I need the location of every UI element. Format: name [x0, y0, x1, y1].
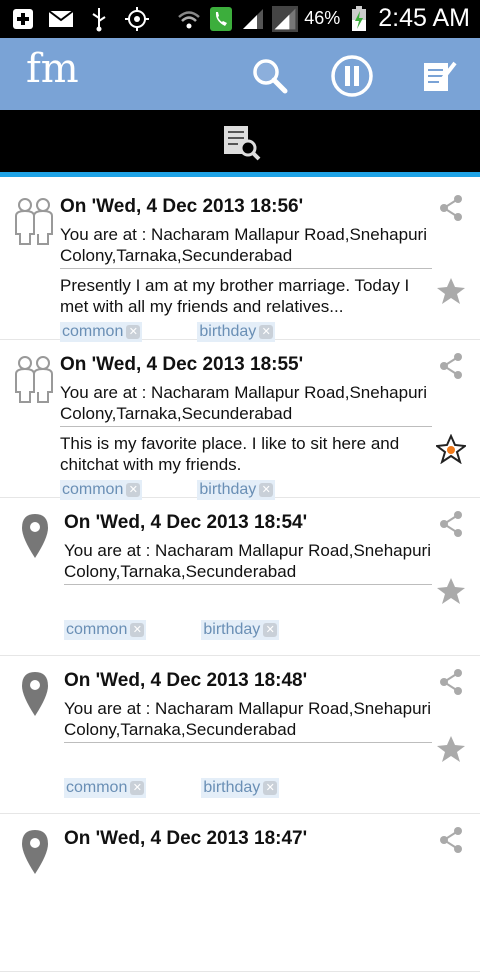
remove-tag-icon[interactable]: ✕: [126, 325, 141, 339]
remove-tag-icon[interactable]: ✕: [130, 781, 145, 795]
tag-birthday[interactable]: birthday ✕: [201, 778, 280, 798]
entry-location: You are at : Nacharam Mallapur Road,Sneh…: [64, 698, 432, 743]
share-icon: [440, 195, 462, 221]
remove-tag-icon[interactable]: ✕: [126, 483, 141, 497]
notes-button[interactable]: [418, 54, 462, 98]
star-icon: [437, 278, 465, 304]
pause-icon: [331, 55, 373, 97]
remove-tag-icon[interactable]: ✕: [130, 623, 145, 637]
share-icon: [440, 669, 462, 695]
people-icon: [12, 354, 56, 404]
entry-title: On 'Wed, 4 Dec 2013 18:47': [64, 828, 308, 849]
pause-button[interactable]: [330, 54, 374, 98]
tag-birthday[interactable]: birthday ✕: [197, 322, 276, 342]
wifi-icon: [176, 6, 202, 32]
tag-common[interactable]: common ✕: [64, 778, 147, 798]
usb-icon: [86, 6, 112, 32]
share-icon: [440, 827, 462, 853]
map-pin-icon: [20, 670, 64, 720]
entry-location: You are at : Nacharam Mallapur Road,Sneh…: [64, 540, 432, 585]
remove-tag-icon[interactable]: ✕: [263, 623, 278, 637]
battery-charging-icon: [346, 5, 372, 32]
share-icon: [440, 511, 462, 537]
list-item[interactable]: On 'Wed, 4 Dec 2013 18:48' You are at : …: [0, 656, 480, 814]
remove-tag-icon[interactable]: ✕: [259, 483, 274, 497]
entry-description: Presently I am at my brother marriage. T…: [60, 276, 410, 316]
share-button[interactable]: [438, 510, 466, 538]
mail-icon: [48, 6, 74, 32]
entry-list: On 'Wed, 4 Dec 2013 18:56' You are at : …: [0, 182, 480, 972]
add-icon: [10, 6, 36, 32]
search-button[interactable]: [248, 54, 292, 98]
app-logo: fm: [26, 46, 79, 92]
tag-birthday[interactable]: birthday ✕: [197, 480, 276, 500]
phone-icon: [208, 6, 234, 32]
signal-icon-2: [272, 5, 299, 32]
share-button[interactable]: [438, 826, 466, 854]
star-active-icon: [434, 433, 468, 465]
search-icon: [253, 59, 288, 94]
map-pin-icon: [20, 512, 64, 562]
status-bar: 46% 2:45 AM: [0, 0, 480, 38]
action-bar: fm: [0, 38, 480, 110]
map-pin-icon: [20, 828, 64, 878]
people-icon: [12, 196, 56, 246]
share-icon: [440, 353, 462, 379]
tag-common[interactable]: common ✕: [60, 480, 143, 500]
favorite-button[interactable]: [436, 276, 466, 306]
star-icon: [437, 578, 465, 604]
entry-location: You are at : Nacharam Mallapur Road,Sneh…: [60, 224, 432, 269]
entry-title: On 'Wed, 4 Dec 2013 18:48': [64, 670, 308, 691]
battery-percent: 46%: [304, 8, 341, 28]
filter-bar: [0, 110, 480, 177]
favorite-button[interactable]: [436, 734, 466, 764]
tag-birthday[interactable]: birthday ✕: [201, 620, 280, 640]
remove-tag-icon[interactable]: ✕: [263, 781, 278, 795]
tag-common[interactable]: common ✕: [64, 620, 147, 640]
list-item[interactable]: On 'Wed, 4 Dec 2013 18:55' You are at : …: [0, 340, 480, 500]
gps-icon: [124, 6, 150, 32]
list-item[interactable]: On 'Wed, 4 Dec 2013 18:54' You are at : …: [0, 498, 480, 656]
share-button[interactable]: [438, 352, 466, 380]
list-item[interactable]: On 'Wed, 4 Dec 2013 18:56' You are at : …: [0, 182, 480, 342]
entry-title: On 'Wed, 4 Dec 2013 18:55': [60, 354, 304, 375]
share-button[interactable]: [438, 668, 466, 696]
entry-description: This is my favorite place. I like to sit…: [60, 434, 400, 474]
entry-location: You are at : Nacharam Mallapur Road,Sneh…: [60, 382, 432, 427]
favorite-button[interactable]: [436, 576, 466, 606]
notes-icon: [424, 61, 457, 91]
share-button[interactable]: [438, 194, 466, 222]
filter-button[interactable]: [222, 122, 262, 162]
entry-title: On 'Wed, 4 Dec 2013 18:54': [64, 512, 308, 533]
remove-tag-icon[interactable]: ✕: [259, 325, 274, 339]
list-item[interactable]: On 'Wed, 4 Dec 2013 18:47': [0, 814, 480, 972]
star-icon: [437, 736, 465, 762]
clock: 2:45 AM: [378, 4, 470, 32]
tag-common[interactable]: common ✕: [60, 322, 143, 342]
entry-title: On 'Wed, 4 Dec 2013 18:56': [60, 196, 304, 217]
signal-icon: [240, 6, 266, 32]
list-search-icon: [224, 126, 261, 161]
favorite-button-active[interactable]: [434, 433, 468, 465]
